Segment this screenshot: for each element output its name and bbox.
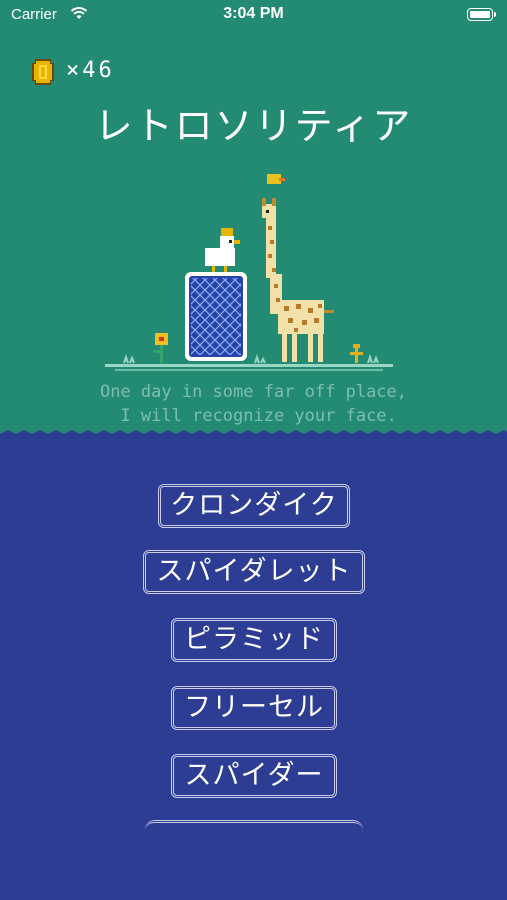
partial-menu-button[interactable] bbox=[145, 820, 363, 843]
battery-icon bbox=[467, 8, 493, 21]
tagline: One day in some far off place, I will re… bbox=[99, 382, 408, 426]
spider-ret-button[interactable]: スパイダレット bbox=[143, 550, 365, 594]
coin-count: ×46 bbox=[66, 58, 115, 83]
giraffe-icon bbox=[262, 174, 334, 362]
card-back-icon bbox=[185, 272, 247, 361]
spider-button[interactable]: スパイダー bbox=[171, 754, 337, 798]
pixel-art-scene bbox=[105, 174, 393, 371]
coin-icon bbox=[32, 59, 54, 85]
pyramid-button[interactable]: ピラミッド bbox=[171, 618, 337, 662]
freecell-button[interactable]: フリーセル bbox=[171, 686, 337, 730]
game-title: レトロソリティア bbox=[94, 104, 413, 148]
klondike-button[interactable]: クロンダイク bbox=[158, 484, 350, 528]
chicken-icon bbox=[205, 228, 240, 272]
status-bar: Carrier 3:04 PM bbox=[0, 0, 507, 30]
sprout-icon bbox=[350, 344, 363, 363]
status-time: 3:04 PM bbox=[223, 5, 284, 22]
flower-icon bbox=[154, 333, 168, 363]
